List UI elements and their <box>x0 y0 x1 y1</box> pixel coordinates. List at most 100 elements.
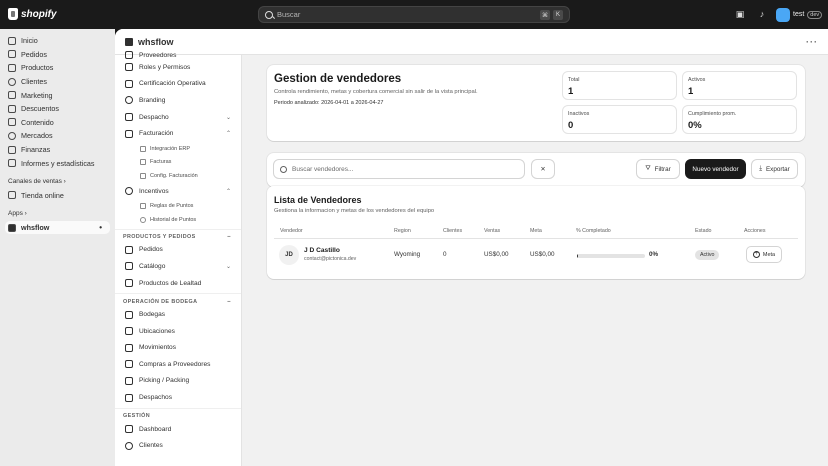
brand-name: shopify <box>21 8 57 20</box>
app-nav-clientes[interactable]: Clientes <box>115 437 241 454</box>
people-icon <box>125 441 133 450</box>
app-nav-incentivos[interactable]: Incentivos ⌃ <box>115 183 241 200</box>
app-nav-productos-lealtad[interactable]: Productos de Lealtad <box>115 275 241 292</box>
app-subnav-label: Historial de Puntos <box>150 216 197 223</box>
section-productos-pedidos[interactable]: PRODUCTOS Y PEDIDOS – <box>115 228 241 242</box>
app-subnav-facturas[interactable]: Facturas <box>115 156 241 170</box>
sidebar-item-label: whsflow <box>21 223 50 233</box>
app-subnav-integracion-erp[interactable]: Integración ERP <box>115 142 241 156</box>
app-nav-bodegas[interactable]: Bodegas <box>115 306 241 323</box>
stat-value: 0 <box>568 120 574 131</box>
table-header: Vendedor Region Clientes Ventas Meta % C… <box>274 224 798 239</box>
rules-icon <box>140 203 146 210</box>
apps-header[interactable]: Apps › <box>0 207 115 221</box>
set-goal-button[interactable]: + Meta <box>746 246 782 263</box>
progress-bar-fill <box>577 254 578 258</box>
app-nav-label: Picking / Packing <box>139 377 190 385</box>
admin-sidebar: Inicio Pedidos Productos Clientes Market… <box>0 29 115 466</box>
inbox-icon[interactable]: ▣ <box>735 9 745 19</box>
vendor-name: J D Castillo <box>304 247 340 254</box>
app-nav-dashboard[interactable]: Dashboard <box>115 421 241 438</box>
filter-button[interactable]: ⛛ Filtrar <box>636 159 680 179</box>
chart-icon <box>8 159 16 168</box>
vendor-avatar: JD <box>279 245 299 265</box>
app-nav-roles[interactable]: Roles y Permisos <box>115 59 241 76</box>
transfer-icon <box>125 343 133 352</box>
arrow-icon <box>125 360 133 369</box>
export-button[interactable]: ⤓ Exportar <box>751 159 798 179</box>
search-icon <box>265 10 273 19</box>
invoice-icon <box>125 129 133 138</box>
app-subnav-label: Integración ERP <box>150 145 191 152</box>
summary-card: Gestion de vendedores Controla rendimien… <box>267 65 805 141</box>
status-badge: Activo <box>695 250 720 260</box>
stat-label: Inactivos <box>568 111 590 117</box>
app-nav-catalogo[interactable]: Catálogo ⌄ <box>115 258 241 275</box>
app-nav-proveedores[interactable]: Proveedores <box>115 51 241 59</box>
sidebar-item-productos[interactable]: Productos <box>0 61 115 75</box>
sidebar-item-inicio[interactable]: Inicio <box>0 34 115 48</box>
app-icon <box>8 223 16 232</box>
more-actions-icon[interactable]: ··· <box>806 37 818 47</box>
top-bar: shopify Buscar ⌘ K ▣ ♪ test dev <box>0 0 828 29</box>
sidebar-item-tienda-online[interactable]: Tienda online <box>0 189 115 203</box>
sidebar-item-mercados[interactable]: Mercados <box>0 129 115 143</box>
vendor-region: Wyoming <box>394 251 421 258</box>
sidebar-item-contenido[interactable]: Contenido <box>0 116 115 130</box>
app-nav-label: Productos de Lealtad <box>139 279 202 287</box>
col-estado[interactable]: Estado <box>695 228 712 234</box>
app-nav-picking[interactable]: Picking / Packing <box>115 373 241 390</box>
app-subnav-config-facturacion[interactable]: Config. Facturación <box>115 169 241 183</box>
app-subnav-reglas-puntos[interactable]: Reglas de Puntos <box>115 199 241 213</box>
sidebar-item-clientes[interactable]: Clientes <box>0 75 115 89</box>
sales-channels-header[interactable]: Canales de ventas › <box>0 175 115 189</box>
section-label: OPERACIÓN DE BODEGA <box>123 298 198 305</box>
col-ventas[interactable]: Ventas <box>484 228 500 234</box>
clear-search-button[interactable]: ✕ <box>531 159 555 179</box>
sidebar-item-pedidos[interactable]: Pedidos <box>0 48 115 62</box>
clock-icon <box>140 216 146 223</box>
app-nav-branding[interactable]: Branding <box>115 92 241 109</box>
link-icon <box>140 145 146 152</box>
shopify-logo[interactable]: shopify <box>8 8 57 20</box>
sidebar-item-informes[interactable]: Informes y estadísticas <box>0 156 115 170</box>
gift-icon <box>125 279 133 288</box>
sidebar-item-label: Descuentos <box>21 104 59 114</box>
app-nav-despachos[interactable]: Despachos <box>115 389 241 406</box>
chevron-down-icon: ⌄ <box>225 263 231 270</box>
global-search-input[interactable]: Buscar ⌘ K <box>258 6 570 23</box>
chevron-down-icon: ⌄ <box>225 114 231 121</box>
vendor-search-input[interactable]: Buscar vendedores... <box>273 159 525 179</box>
chevron-right-icon: › <box>63 178 66 186</box>
col-completado[interactable]: % Completado <box>576 228 611 234</box>
col-meta[interactable]: Meta <box>530 228 542 234</box>
person-icon <box>8 77 16 86</box>
app-nav-facturacion[interactable]: Facturación ⌃ <box>115 125 241 142</box>
app-nav-pedidos[interactable]: Pedidos <box>115 242 241 259</box>
sidebar-item-descuentos[interactable]: Descuentos <box>0 102 115 116</box>
app-nav-ubicaciones[interactable]: Ubicaciones <box>115 323 241 340</box>
sidebar-item-whsflow[interactable]: whsflow • <box>5 220 110 235</box>
col-vendedor[interactable]: Vendedor <box>280 228 303 234</box>
sidebar-item-marketing[interactable]: Marketing <box>0 88 115 102</box>
bell-icon[interactable]: ♪ <box>757 9 767 19</box>
app-nav-movimientos[interactable]: Movimientos <box>115 340 241 357</box>
app-frame: whsflow ··· Proveedores Roles y Permisos… <box>115 29 828 466</box>
catalog-icon <box>125 262 133 271</box>
app-nav-compras[interactable]: Compras a Proveedores <box>115 356 241 373</box>
main-content: Gestion de vendedores Controla rendimien… <box>242 55 828 466</box>
section-operacion-bodega[interactable]: OPERACIÓN DE BODEGA – <box>115 293 241 306</box>
app-nav-certificacion[interactable]: Certificación Operativa <box>115 76 241 93</box>
app-subnav-historial-puntos[interactable]: Historial de Puntos <box>115 213 241 227</box>
section-label: GESTIÓN <box>123 413 151 420</box>
app-nav-label: Movimientos <box>139 344 177 352</box>
store-menu[interactable]: test dev <box>776 6 824 23</box>
table-row[interactable]: JD J D Castillo contact@pictonica.dev Wy… <box>274 239 798 271</box>
col-region[interactable]: Region <box>394 228 411 234</box>
sidebar-item-finanzas[interactable]: Finanzas <box>0 143 115 157</box>
new-vendor-button[interactable]: Nuevo vendedor <box>685 159 746 179</box>
stat-label: Cumplimiento prom. <box>688 111 737 117</box>
collapse-icon: – <box>227 298 231 305</box>
app-nav-despacho[interactable]: Despacho ⌄ <box>115 109 241 126</box>
col-clientes[interactable]: Clientes <box>443 228 462 234</box>
